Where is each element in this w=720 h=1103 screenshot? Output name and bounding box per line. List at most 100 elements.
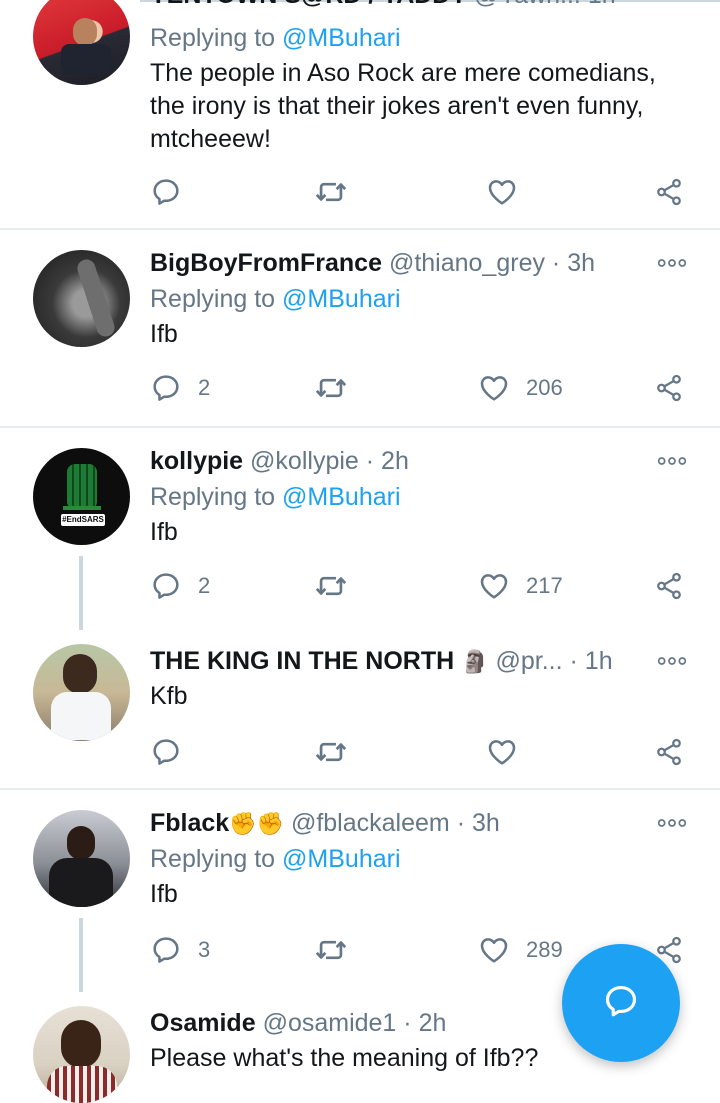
separator-dot: · — [456, 809, 466, 837]
tweet-text: Ifb — [150, 518, 178, 546]
retweet-icon — [314, 735, 348, 769]
tweet-header: YENTOWN S@RD / YADDY @Yawn... 1h — [150, 0, 616, 12]
heart-icon — [486, 176, 518, 208]
tweet-text: Ifb — [150, 320, 178, 348]
like-button[interactable] — [486, 732, 534, 772]
author-handle[interactable]: @osamide1 — [263, 1009, 397, 1037]
retweet-button[interactable] — [314, 732, 348, 772]
replying-to: Replying to @MBuhari — [150, 842, 401, 876]
tweet-actions: 2 206 — [150, 368, 695, 408]
share-icon — [654, 177, 684, 207]
avatar[interactable] — [33, 810, 130, 907]
more-options-icon[interactable] — [656, 0, 688, 12]
author-handle[interactable]: @pr... — [495, 647, 562, 675]
tweet-header: THE KING IN THE NORTH 🗿 @pr... · 1h — [150, 644, 613, 678]
tweet-header: kollypie @kollypie · 2h — [150, 444, 409, 478]
reply-button[interactable] — [150, 732, 198, 772]
retweet-button[interactable] — [314, 172, 348, 212]
author-name[interactable]: kollypie — [150, 447, 243, 475]
separator-dot: · — [403, 1009, 412, 1037]
tweet-time: 3h — [471, 809, 500, 837]
avatar[interactable] — [33, 1006, 130, 1103]
avatar-caption: #EndSARS — [61, 514, 105, 526]
tweet-text: The people in Aso Rock are mere comedian… — [150, 59, 656, 153]
author-handle[interactable]: @thiano_grey — [389, 249, 545, 277]
more-options-icon[interactable] — [656, 806, 688, 840]
tweet-time: 2h — [418, 1009, 447, 1037]
like-count: 289 — [526, 937, 563, 962]
tweet-item[interactable]: YENTOWN S@RD / YADDY @Yawn... 1h Replyin… — [0, 0, 720, 228]
author-name[interactable]: BigBoyFromFrance — [150, 249, 382, 277]
share-button[interactable] — [654, 566, 684, 606]
reply-button[interactable]: 2 — [150, 566, 210, 606]
share-button[interactable] — [654, 368, 684, 408]
tweet-item[interactable]: THE KING IN THE NORTH 🗿 @pr... · 1h Kfb — [0, 634, 720, 788]
retweet-button[interactable] — [314, 566, 348, 606]
more-options-icon[interactable] — [656, 246, 688, 280]
heart-icon — [478, 934, 510, 966]
share-icon — [654, 737, 684, 767]
tweet-actions — [150, 172, 695, 212]
like-button[interactable]: 217 — [478, 566, 563, 606]
like-button[interactable]: 206 — [478, 368, 563, 408]
avatar-shape — [75, 257, 117, 339]
replying-to: Replying to @MBuhari — [150, 282, 401, 316]
avatar[interactable] — [33, 250, 130, 347]
share-button[interactable] — [654, 172, 684, 212]
reply-button[interactable] — [150, 172, 198, 212]
author-name[interactable]: Fblack — [150, 809, 229, 837]
mention-link[interactable]: @MBuhari — [282, 483, 400, 511]
author-name[interactable]: THE KING IN THE NORTH — [150, 647, 454, 675]
reply-icon — [150, 736, 182, 768]
more-options-icon[interactable] — [656, 444, 688, 478]
heart-icon — [486, 736, 518, 768]
share-button[interactable] — [654, 732, 684, 772]
tweet-header: Osamide @osamide1 · 2h — [150, 1006, 446, 1040]
more-options-icon[interactable] — [656, 644, 688, 678]
like-button[interactable]: 289 — [478, 930, 563, 970]
tweet-item[interactable]: #EndSARS kollypie @kollypie · 2h Replyin… — [0, 428, 720, 634]
reply-button[interactable]: 2 — [150, 368, 210, 408]
retweet-icon — [314, 933, 348, 967]
avatar[interactable] — [33, 644, 130, 741]
reply-button[interactable]: 3 — [150, 930, 210, 970]
retweet-button[interactable] — [314, 368, 348, 408]
share-icon — [654, 571, 684, 601]
like-button[interactable] — [486, 172, 534, 212]
retweet-button[interactable] — [314, 930, 348, 970]
author-name[interactable]: YENTOWN S@RD / YADDY — [150, 0, 467, 9]
author-handle[interactable]: @fblackaleem — [291, 809, 450, 837]
tweet-text: Kfb — [150, 682, 188, 710]
avatar-shirt — [51, 692, 111, 740]
like-count: 217 — [526, 573, 563, 598]
tweet-item[interactable]: BigBoyFromFrance @thiano_grey · 3h Reply… — [0, 230, 720, 426]
avatar-jacket — [49, 858, 113, 907]
avatar[interactable]: #EndSARS — [33, 448, 130, 545]
thread-line — [79, 918, 83, 992]
compose-reply-button[interactable] — [562, 944, 680, 1062]
reply-icon — [150, 934, 182, 966]
raised-fist-emoji: ✊✊ — [229, 811, 284, 837]
tweet-header: Fblack✊✊ @fblackaleem · 3h — [150, 806, 500, 840]
author-handle[interactable]: @kollypie — [250, 447, 359, 475]
reply-icon — [150, 176, 182, 208]
avatar-figure — [73, 18, 97, 46]
like-count: 206 — [526, 375, 563, 400]
author-name[interactable]: Osamide — [150, 1009, 256, 1037]
avatar-shirt — [47, 1066, 117, 1103]
heart-icon — [478, 372, 510, 404]
heart-icon — [478, 570, 510, 602]
mention-link[interactable]: @MBuhari — [282, 845, 400, 873]
retweet-icon — [314, 371, 348, 405]
replying-label: Replying to — [150, 285, 276, 313]
avatar[interactable] — [33, 0, 130, 85]
mention-link[interactable]: @MBuhari — [282, 285, 400, 313]
avatar-head — [67, 826, 95, 860]
reply-count: 2 — [198, 375, 211, 400]
tweet-time: 2h — [381, 447, 409, 475]
tweet-feed: YENTOWN S@RD / YADDY @Yawn... 1h Replyin… — [0, 0, 720, 1103]
replying-label: Replying to — [150, 845, 276, 873]
separator-dot: · — [551, 249, 561, 277]
author-handle[interactable]: @Yawn... — [474, 0, 581, 9]
mention-link[interactable]: @MBuhari — [282, 24, 400, 52]
